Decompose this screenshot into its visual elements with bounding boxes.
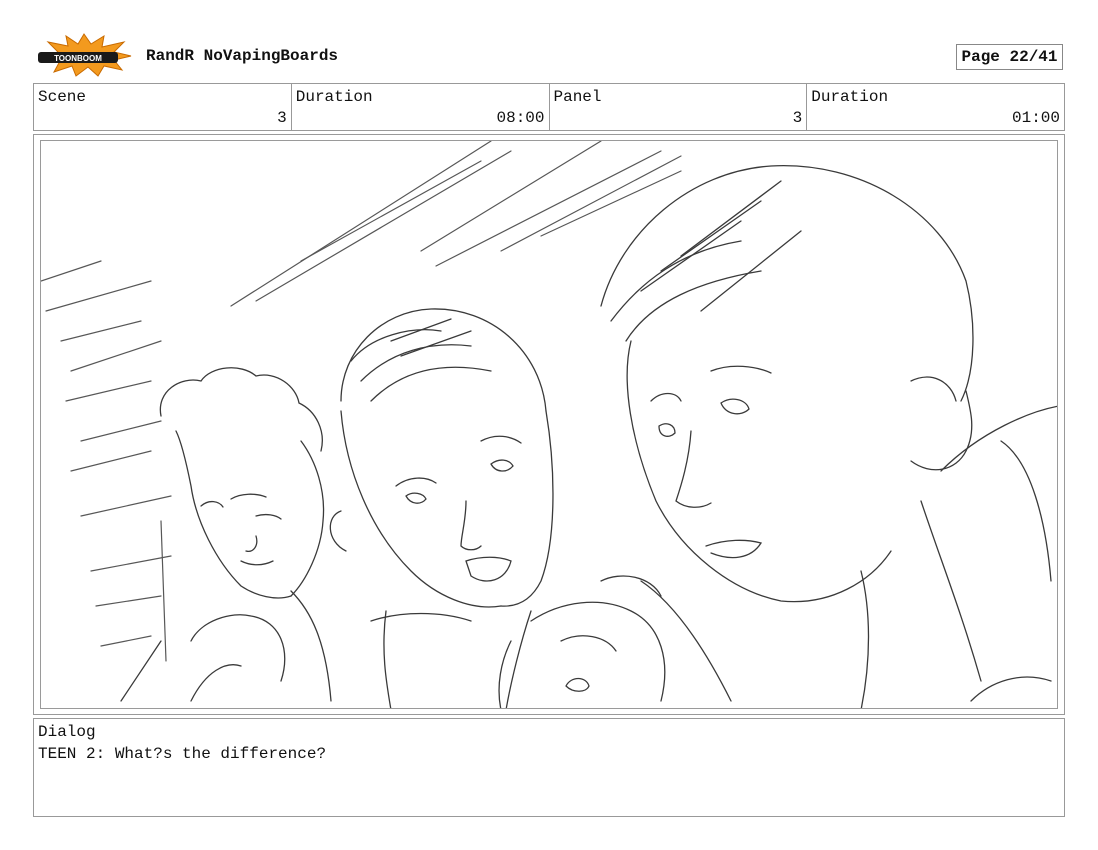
middle-teen-sketch (329, 308, 554, 708)
logo-text: TOONBOOM (54, 54, 102, 63)
page-number: Page 22/41 (956, 44, 1063, 70)
background-hatching (41, 141, 682, 662)
right-teen-sketch (600, 165, 1057, 708)
storyboard-sketch (40, 140, 1058, 709)
info-row: Scene 3 Duration 08:00 Panel 3 Duration … (33, 83, 1065, 131)
project-title: RandR NoVapingBoards (146, 47, 339, 65)
scene-duration-label: Duration (295, 88, 373, 106)
toonboom-logo: TOONBOOM (36, 32, 132, 78)
panel-value: 3 (792, 109, 803, 127)
dialog-label: Dialog (38, 723, 96, 741)
scene-duration-cell: Duration 08:00 (292, 84, 550, 130)
panel-cell: Panel 3 (550, 84, 808, 130)
panel-duration-value: 01:00 (1011, 109, 1060, 127)
panel-frame (33, 134, 1065, 715)
foreground-hands-sketch (498, 575, 666, 708)
dialog-text: TEEN 2: What?s the difference? (38, 745, 327, 763)
panel-duration-cell: Duration 01:00 (807, 84, 1064, 130)
dialog-box: Dialog TEEN 2: What?s the difference? (33, 718, 1065, 817)
scene-duration-value: 08:00 (496, 109, 545, 127)
panel-duration-label: Duration (811, 88, 889, 106)
scene-value: 3 (277, 109, 287, 127)
panel-label: Panel (553, 88, 602, 106)
left-teen-sketch (120, 367, 332, 702)
scene-label: Scene (38, 88, 87, 106)
scene-cell: Scene 3 (34, 84, 292, 130)
